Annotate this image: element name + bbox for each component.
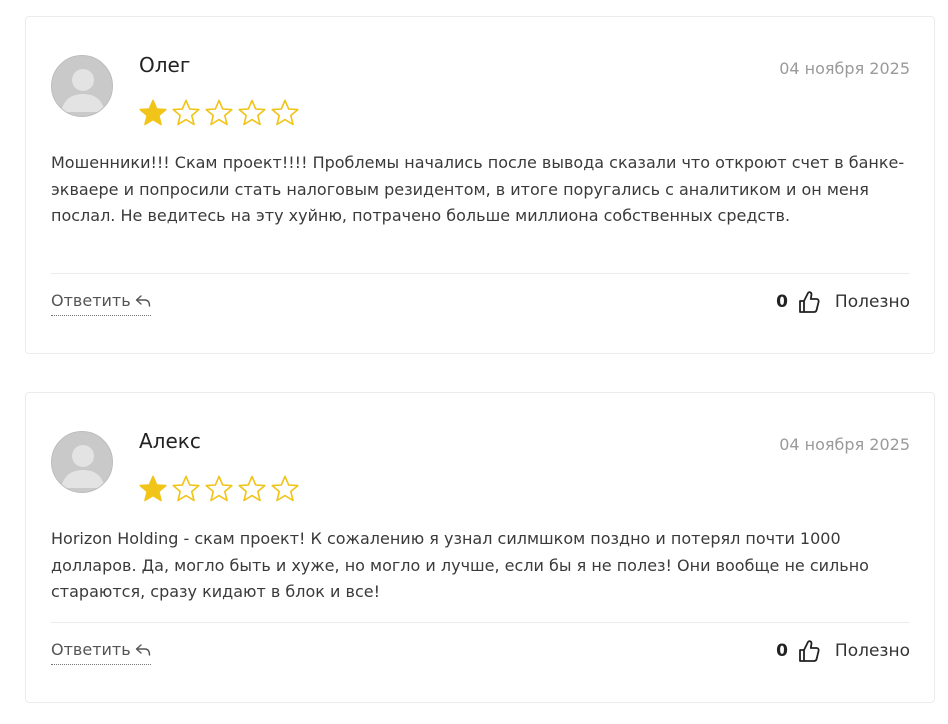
review-author: Олег [139, 53, 191, 77]
review-card: Олег 04 ноября 2025 Мошенники!!! Скам пр… [25, 16, 935, 354]
review-author: Алекс [139, 429, 201, 453]
reviews-list: Олег 04 ноября 2025 Мошенники!!! Скам пр… [0, 0, 948, 724]
star-empty-icon [172, 475, 200, 502]
star-empty-icon [238, 99, 266, 126]
review-text: Мошенники!!! Скам проект!!!! Проблемы на… [51, 153, 905, 225]
helpful-label[interactable]: Полезно [835, 641, 910, 661]
star-rating [138, 98, 300, 128]
reply-label: Ответить [51, 291, 131, 310]
review-date: 04 ноября 2025 [779, 435, 910, 454]
star-rating [138, 474, 300, 504]
avatar [51, 55, 113, 117]
helpful-section: 0 Полезно [776, 289, 910, 315]
review-card: Алекс 04 ноября 2025 Horizon Holding - с… [25, 392, 935, 703]
star-empty-icon [205, 99, 233, 126]
helpful-label[interactable]: Полезно [835, 292, 910, 312]
thumbs-up-icon[interactable] [798, 639, 820, 663]
user-avatar-icon [61, 69, 105, 112]
like-count: 0 [776, 292, 788, 312]
star-filled-icon [139, 99, 167, 126]
review-footer: Ответить 0 Полезно [51, 636, 910, 666]
review-footer: Ответить 0 Полезно [51, 287, 910, 317]
thumbs-up-icon[interactable] [798, 290, 820, 314]
star-empty-icon [238, 475, 266, 502]
star-empty-icon [271, 475, 299, 502]
reply-label: Ответить [51, 640, 131, 659]
star-empty-icon [205, 475, 233, 502]
user-avatar-icon [61, 445, 105, 488]
review-text: Horizon Holding - скам проект! К сожален… [51, 529, 869, 601]
reply-link[interactable]: Ответить [51, 640, 151, 665]
star-empty-icon [271, 99, 299, 126]
reply-arrow-icon [135, 295, 150, 307]
helpful-section: 0 Полезно [776, 638, 910, 664]
divider [51, 273, 910, 274]
reply-link[interactable]: Ответить [51, 291, 151, 316]
star-filled-icon [139, 475, 167, 502]
divider [51, 622, 910, 623]
star-empty-icon [172, 99, 200, 126]
reply-arrow-icon [135, 644, 150, 656]
review-date: 04 ноября 2025 [779, 59, 910, 78]
avatar [51, 431, 113, 493]
like-count: 0 [776, 641, 788, 661]
